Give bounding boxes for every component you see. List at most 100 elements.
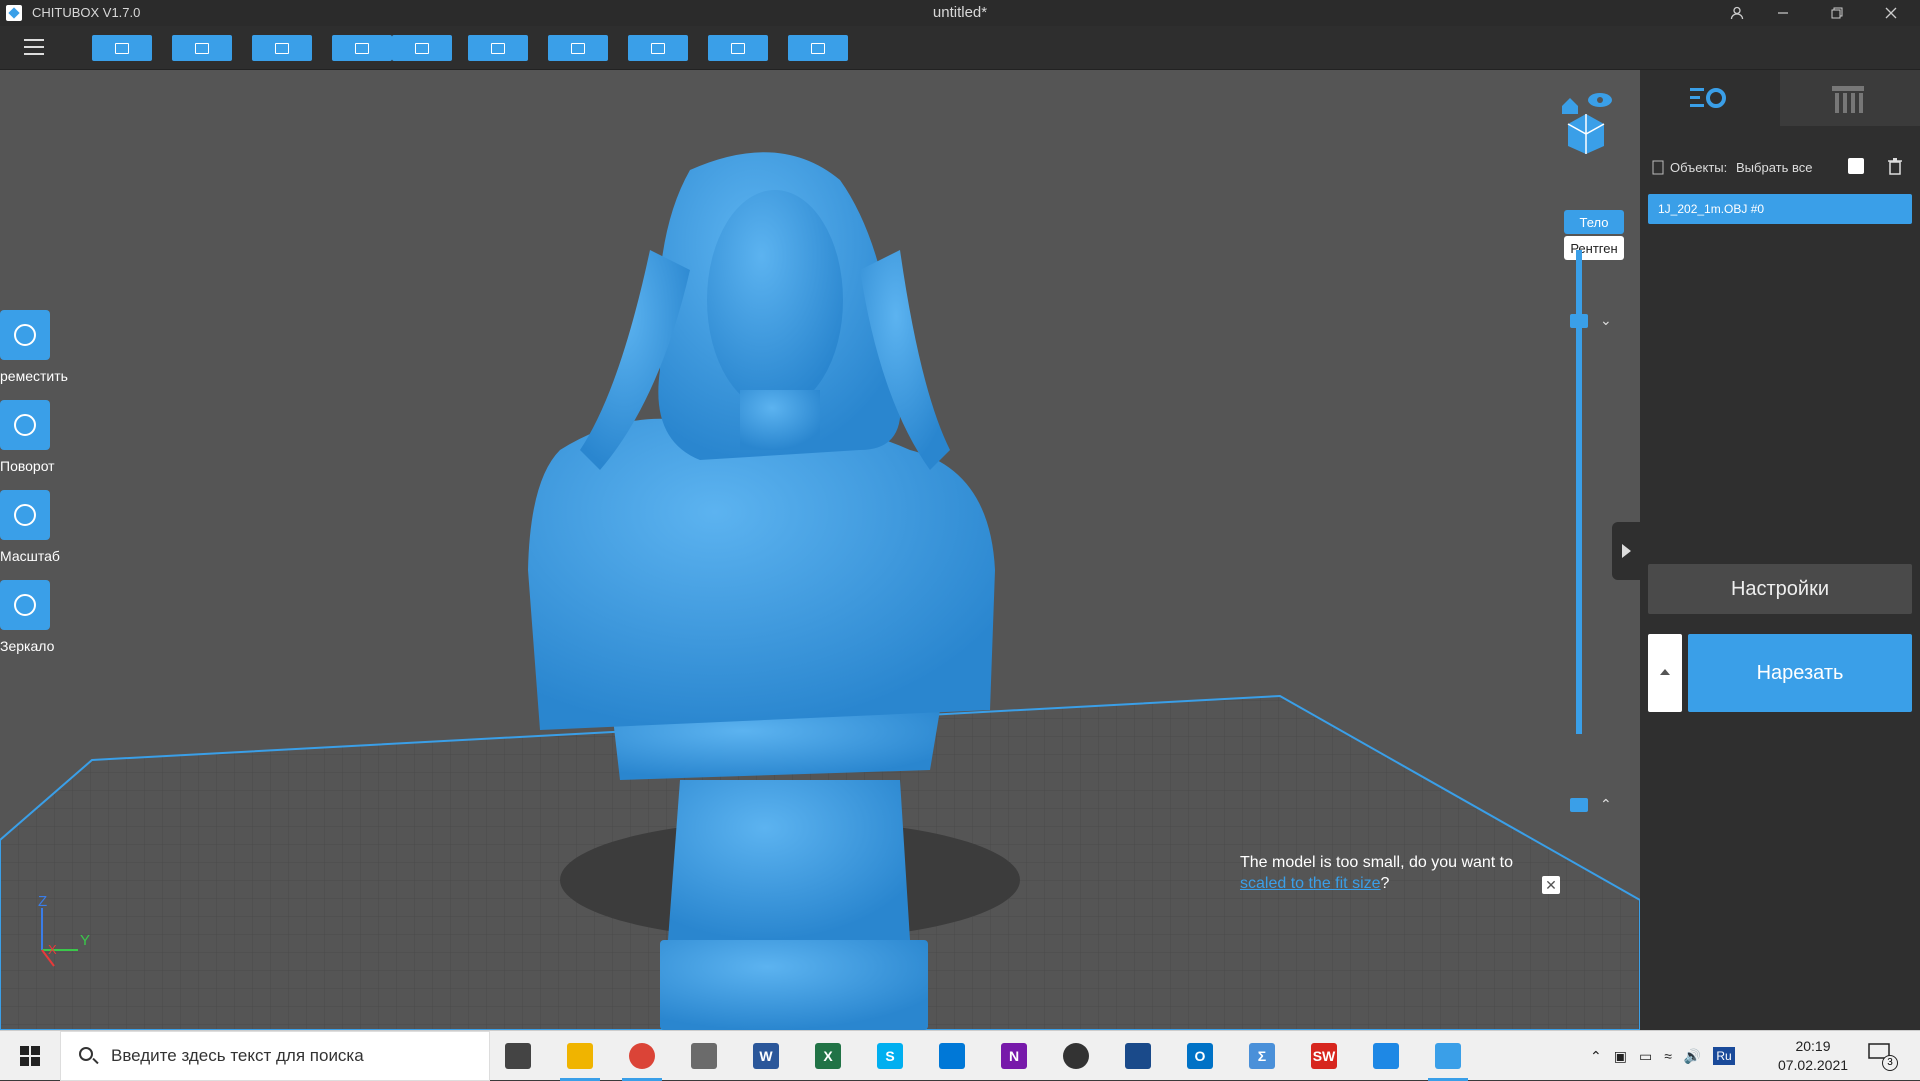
redo-button[interactable]: [392, 35, 452, 61]
copy-icon: [491, 42, 505, 54]
view-cube-icon[interactable]: [1556, 88, 1618, 154]
layer-slider-bottom-handle[interactable]: [1570, 798, 1588, 812]
taskbar-app-cloud-app[interactable]: [1362, 1035, 1410, 1077]
undo-button[interactable]: [332, 35, 392, 61]
cloud-app-icon: [1373, 1043, 1399, 1069]
excel-icon: X: [815, 1043, 841, 1069]
close-button[interactable]: [1868, 0, 1914, 26]
notification-center-icon[interactable]: 3: [1868, 1043, 1898, 1071]
taskbar-app-skype[interactable]: S: [866, 1035, 914, 1077]
right-side-panel: Объекты: Выбрать все 1J_202_1m.OBJ #0 На…: [1640, 70, 1920, 1030]
taskbar-app-task-view[interactable]: [494, 1035, 542, 1077]
printer-temple-icon: [1832, 86, 1864, 113]
axis-y-label: Y: [80, 932, 91, 949]
trash-icon[interactable]: [1888, 158, 1902, 175]
hollow-button[interactable]: [708, 35, 768, 61]
select-all-label: Выбрать все: [1736, 160, 1813, 175]
axis-x-label: X: [48, 942, 57, 957]
mirror-icon: [14, 594, 36, 616]
vscode-icon: [939, 1043, 965, 1069]
panel-collapse-button[interactable]: [1612, 522, 1640, 580]
taskbar-app-calculator[interactable]: [680, 1035, 728, 1077]
media-player-icon: [1063, 1043, 1089, 1069]
notice-text: The model is too small, do you want to: [1240, 854, 1514, 871]
chevron-up-icon[interactable]: ⌃: [1600, 796, 1612, 813]
word-icon: W: [753, 1043, 779, 1069]
start-button[interactable]: [0, 1031, 60, 1081]
minimize-button[interactable]: [1760, 0, 1806, 26]
taskbar-app-solidworks[interactable]: SW: [1300, 1035, 1348, 1077]
system-tray: ⌃ ▣ ▭ ≈ 🔊 Ru: [1590, 1031, 1735, 1081]
volume-icon[interactable]: 🔊: [1684, 1048, 1701, 1065]
support-button[interactable]: [628, 35, 688, 61]
taskbar-search-input[interactable]: Введите здесь текст для поиска: [60, 1031, 490, 1081]
view-mode-body-button[interactable]: Тело: [1564, 210, 1624, 234]
hamburger-menu-icon[interactable]: [24, 39, 44, 55]
taskbar-app-word[interactable]: W: [742, 1035, 790, 1077]
wifi-icon[interactable]: ≈: [1664, 1048, 1672, 1064]
taskbar-app-outlook[interactable]: O: [1176, 1035, 1224, 1077]
account-icon[interactable]: [1714, 0, 1760, 26]
battery-icon[interactable]: ▭: [1639, 1048, 1652, 1065]
slice-options-button[interactable]: [1648, 634, 1682, 712]
main-toolbar: [0, 26, 1920, 70]
taskbar-app-sigma-app[interactable]: Σ: [1238, 1035, 1286, 1077]
taskbar-app-excel[interactable]: X: [804, 1035, 852, 1077]
axis-z-label: Z: [38, 893, 48, 910]
arrange-button[interactable]: [548, 35, 608, 61]
move-tool-button[interactable]: [0, 310, 50, 360]
solidworks-icon: SW: [1311, 1043, 1337, 1069]
clock-time: 20:19: [1795, 1038, 1831, 1054]
taskbar-app-chitubox[interactable]: [1424, 1035, 1472, 1081]
task-view-icon: [505, 1043, 531, 1069]
windows-taskbar: Введите здесь текст для поиска W X S N O Σ SW …: [0, 1030, 1920, 1081]
tab-settings[interactable]: [1640, 70, 1780, 126]
chitubox-icon: [1435, 1043, 1461, 1069]
chevron-down-icon[interactable]: ⌄: [1600, 312, 1612, 329]
document-icon: [1652, 160, 1664, 175]
move-icon: [14, 324, 36, 346]
windows-logo-icon: [20, 1046, 40, 1066]
tray-expand-icon[interactable]: ⌃: [1590, 1048, 1602, 1065]
notification-badge: 3: [1882, 1055, 1898, 1071]
scale-tool-button[interactable]: [0, 490, 50, 540]
chitubox-logo-icon: [6, 5, 22, 21]
taskbar-app-media-player[interactable]: [1052, 1035, 1100, 1077]
dig-hole-icon: [811, 42, 825, 54]
notice-close-icon[interactable]: ✕: [1542, 876, 1560, 894]
save-button[interactable]: [172, 35, 232, 61]
object-list-item[interactable]: 1J_202_1m.OBJ #0: [1648, 194, 1912, 224]
open-file-button[interactable]: [92, 35, 152, 61]
layer-slider-top-handle[interactable]: [1570, 314, 1588, 328]
outlook-icon: O: [1187, 1043, 1213, 1069]
taskbar-app-vscode[interactable]: [928, 1035, 976, 1077]
taskbar-app-virtualbox[interactable]: [1114, 1035, 1162, 1077]
chrome-icon: [629, 1043, 655, 1069]
restore-button[interactable]: [1814, 0, 1860, 26]
arrange-icon: [571, 42, 585, 54]
language-indicator[interactable]: Ru: [1713, 1047, 1735, 1065]
taskbar-app-file-explorer[interactable]: [556, 1035, 604, 1081]
mirror-tool-button[interactable]: [0, 580, 50, 630]
camera-icon[interactable]: ▣: [1614, 1048, 1627, 1065]
slice-button[interactable]: Нарезать: [1688, 634, 1912, 712]
view-mode-xray-button[interactable]: Рентген: [1564, 236, 1624, 260]
clock[interactable]: 20:19 07.02.2021: [1770, 1037, 1856, 1075]
undo-icon: [355, 42, 369, 54]
search-icon: [79, 1047, 93, 1061]
dig-hole-button[interactable]: [788, 35, 848, 61]
settings-button[interactable]: Настройки: [1648, 564, 1912, 614]
taskbar-app-chrome[interactable]: [618, 1035, 666, 1081]
taskbar-app-onenote[interactable]: N: [990, 1035, 1038, 1077]
virtualbox-icon: [1125, 1043, 1151, 1069]
mirror-tool-label: Зеркало: [0, 638, 55, 654]
rotate-tool-button[interactable]: [0, 400, 50, 450]
copy-button[interactable]: [468, 35, 528, 61]
select-all-checkbox[interactable]: [1848, 158, 1864, 174]
skype-icon: S: [877, 1043, 903, 1069]
import-button[interactable]: [252, 35, 312, 61]
scale-to-fit-link[interactable]: scaled to the fit size: [1240, 875, 1381, 892]
tab-printers[interactable]: [1780, 70, 1920, 126]
model-size-notice: The model is too small, do you want to s…: [1240, 852, 1513, 894]
folder-icon: [115, 42, 129, 54]
